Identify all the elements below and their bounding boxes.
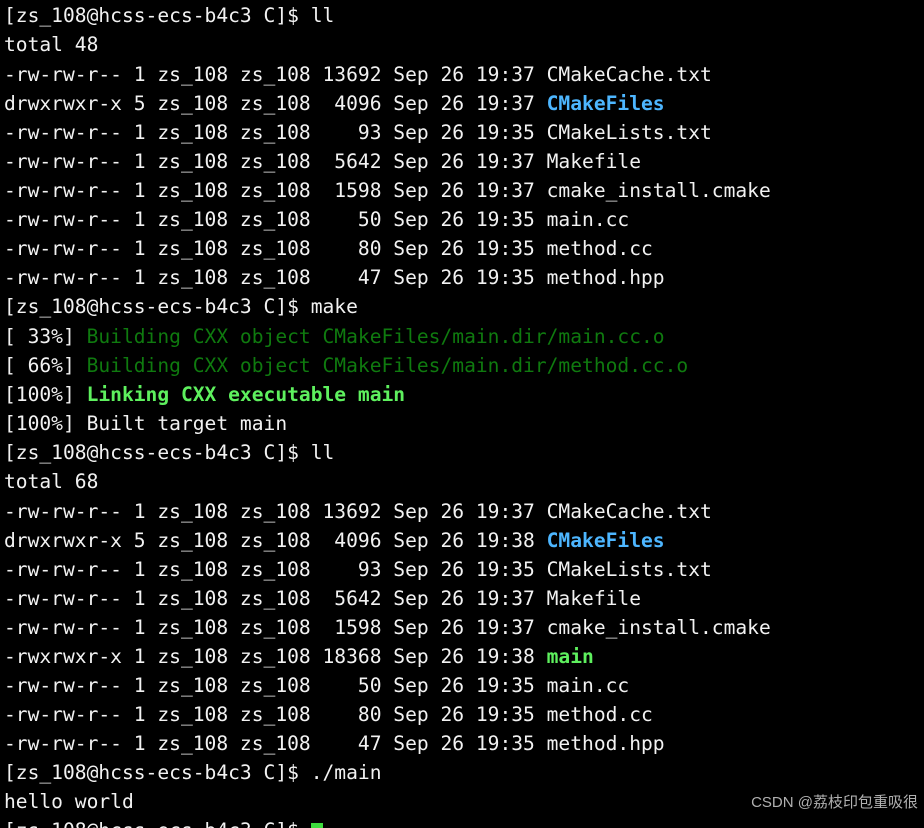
file-name: main.cc	[547, 674, 630, 697]
file-meta: -rw-rw-r-- 1 zs_108 zs_108 50 Sep 26 19:…	[4, 674, 547, 697]
command-text: ll	[311, 441, 335, 464]
build-percent: [100%]	[4, 383, 87, 406]
shell-prompt: [zs_108@hcss-ecs-b4c3 C]$	[4, 819, 311, 828]
command-text: make	[311, 295, 358, 318]
prompt-line: [zs_108@hcss-ecs-b4c3 C]$ ./main	[4, 758, 924, 787]
command-text: ll	[311, 4, 335, 27]
file-meta: -rw-rw-r-- 1 zs_108 zs_108 93 Sep 26 19:…	[4, 121, 547, 144]
file-meta: -rw-rw-r-- 1 zs_108 zs_108 5642 Sep 26 1…	[4, 150, 547, 173]
shell-prompt: [zs_108@hcss-ecs-b4c3 C]$	[4, 4, 311, 27]
build-percent: [ 66%]	[4, 354, 87, 377]
prompt-line: [zs_108@hcss-ecs-b4c3 C]$ ll	[4, 1, 924, 30]
file-meta: drwxrwxr-x 5 zs_108 zs_108 4096 Sep 26 1…	[4, 92, 547, 115]
file-meta: -rw-rw-r-- 1 zs_108 zs_108 80 Sep 26 19:…	[4, 237, 547, 260]
file-name: CMakeLists.txt	[547, 121, 712, 144]
file-name: main.cc	[547, 208, 630, 231]
file-meta: -rw-rw-r-- 1 zs_108 zs_108 50 Sep 26 19:…	[4, 208, 547, 231]
file-row: -rw-rw-r-- 1 zs_108 zs_108 93 Sep 26 19:…	[4, 118, 924, 147]
file-meta: -rw-rw-r-- 1 zs_108 zs_108 13692 Sep 26 …	[4, 500, 547, 523]
file-row: -rw-rw-r-- 1 zs_108 zs_108 50 Sep 26 19:…	[4, 671, 924, 700]
file-name: CMakeCache.txt	[547, 500, 712, 523]
file-meta: -rw-rw-r-- 1 zs_108 zs_108 13692 Sep 26 …	[4, 63, 547, 86]
build-progress-line: [ 33%] Building CXX object CMakeFiles/ma…	[4, 322, 924, 351]
file-row: -rw-rw-r-- 1 zs_108 zs_108 50 Sep 26 19:…	[4, 205, 924, 234]
directory-name: CMakeFiles	[547, 92, 665, 115]
listing-total: total 68	[4, 467, 924, 496]
build-percent: [ 33%]	[4, 325, 87, 348]
file-row: -rwxrwxr-x 1 zs_108 zs_108 18368 Sep 26 …	[4, 642, 924, 671]
file-row: -rw-rw-r-- 1 zs_108 zs_108 47 Sep 26 19:…	[4, 729, 924, 758]
terminal-window[interactable]: [zs_108@hcss-ecs-b4c3 C]$ ll total 48 -r…	[4, 0, 924, 818]
file-listing: -rw-rw-r-- 1 zs_108 zs_108 13692 Sep 26 …	[4, 60, 924, 292]
build-progress-line: [ 66%] Building CXX object CMakeFiles/ma…	[4, 351, 924, 380]
file-name: method.hpp	[547, 732, 665, 755]
build-message: Building CXX object CMakeFiles/main.dir/…	[87, 325, 665, 348]
file-row: -rw-rw-r-- 1 zs_108 zs_108 47 Sep 26 19:…	[4, 263, 924, 292]
prompt-line: [zs_108@hcss-ecs-b4c3 C]$ make	[4, 292, 924, 321]
file-name: CMakeLists.txt	[547, 558, 712, 581]
file-meta: -rwxrwxr-x 1 zs_108 zs_108 18368 Sep 26 …	[4, 645, 547, 668]
file-name: CMakeCache.txt	[547, 63, 712, 86]
build-message: Building CXX object CMakeFiles/main.dir/…	[87, 354, 689, 377]
build-percent: [100%]	[4, 412, 87, 435]
command-text: ./main	[311, 761, 382, 784]
build-message: Linking CXX executable main	[87, 383, 406, 406]
file-name: method.cc	[547, 237, 653, 260]
file-meta: -rw-rw-r-- 1 zs_108 zs_108 80 Sep 26 19:…	[4, 703, 547, 726]
file-meta: -rw-rw-r-- 1 zs_108 zs_108 47 Sep 26 19:…	[4, 266, 547, 289]
file-row: -rw-rw-r-- 1 zs_108 zs_108 13692 Sep 26 …	[4, 60, 924, 89]
listing-total: total 48	[4, 30, 924, 59]
build-output: [ 33%] Building CXX object CMakeFiles/ma…	[4, 322, 924, 438]
directory-name: CMakeFiles	[547, 529, 665, 552]
file-name: Makefile	[547, 587, 641, 610]
file-name: Makefile	[547, 150, 641, 173]
file-listing: -rw-rw-r-- 1 zs_108 zs_108 13692 Sep 26 …	[4, 497, 924, 758]
file-row: -rw-rw-r-- 1 zs_108 zs_108 13692 Sep 26 …	[4, 497, 924, 526]
file-row: -rw-rw-r-- 1 zs_108 zs_108 80 Sep 26 19:…	[4, 234, 924, 263]
watermark-text: CSDN @荔枝印包重吸很	[751, 791, 918, 812]
file-row: -rw-rw-r-- 1 zs_108 zs_108 1598 Sep 26 1…	[4, 613, 924, 642]
file-row: -rw-rw-r-- 1 zs_108 zs_108 80 Sep 26 19:…	[4, 700, 924, 729]
file-name: method.cc	[547, 703, 653, 726]
file-row: -rw-rw-r-- 1 zs_108 zs_108 1598 Sep 26 1…	[4, 176, 924, 205]
text-cursor	[311, 823, 323, 828]
file-row: -rw-rw-r-- 1 zs_108 zs_108 93 Sep 26 19:…	[4, 555, 924, 584]
file-name: cmake_install.cmake	[547, 179, 771, 202]
build-progress-line: [100%] Linking CXX executable main	[4, 380, 924, 409]
executable-name: main	[547, 645, 594, 668]
file-name: cmake_install.cmake	[547, 616, 771, 639]
file-row: -rw-rw-r-- 1 zs_108 zs_108 5642 Sep 26 1…	[4, 147, 924, 176]
file-name: method.hpp	[547, 266, 665, 289]
prompt-line: [zs_108@hcss-ecs-b4c3 C]$ ll	[4, 438, 924, 467]
file-meta: -rw-rw-r-- 1 zs_108 zs_108 5642 Sep 26 1…	[4, 587, 547, 610]
build-message: Built target main	[87, 412, 288, 435]
shell-prompt: [zs_108@hcss-ecs-b4c3 C]$	[4, 441, 311, 464]
shell-prompt: [zs_108@hcss-ecs-b4c3 C]$	[4, 761, 311, 784]
file-row: -rw-rw-r-- 1 zs_108 zs_108 5642 Sep 26 1…	[4, 584, 924, 613]
file-row: drwxrwxr-x 5 zs_108 zs_108 4096 Sep 26 1…	[4, 526, 924, 555]
file-meta: -rw-rw-r-- 1 zs_108 zs_108 1598 Sep 26 1…	[4, 179, 547, 202]
build-progress-line: [100%] Built target main	[4, 409, 924, 438]
shell-prompt: [zs_108@hcss-ecs-b4c3 C]$	[4, 295, 311, 318]
file-row: drwxrwxr-x 5 zs_108 zs_108 4096 Sep 26 1…	[4, 89, 924, 118]
file-meta: -rw-rw-r-- 1 zs_108 zs_108 93 Sep 26 19:…	[4, 558, 547, 581]
file-meta: drwxrwxr-x 5 zs_108 zs_108 4096 Sep 26 1…	[4, 529, 547, 552]
file-meta: -rw-rw-r-- 1 zs_108 zs_108 1598 Sep 26 1…	[4, 616, 547, 639]
file-meta: -rw-rw-r-- 1 zs_108 zs_108 47 Sep 26 19:…	[4, 732, 547, 755]
